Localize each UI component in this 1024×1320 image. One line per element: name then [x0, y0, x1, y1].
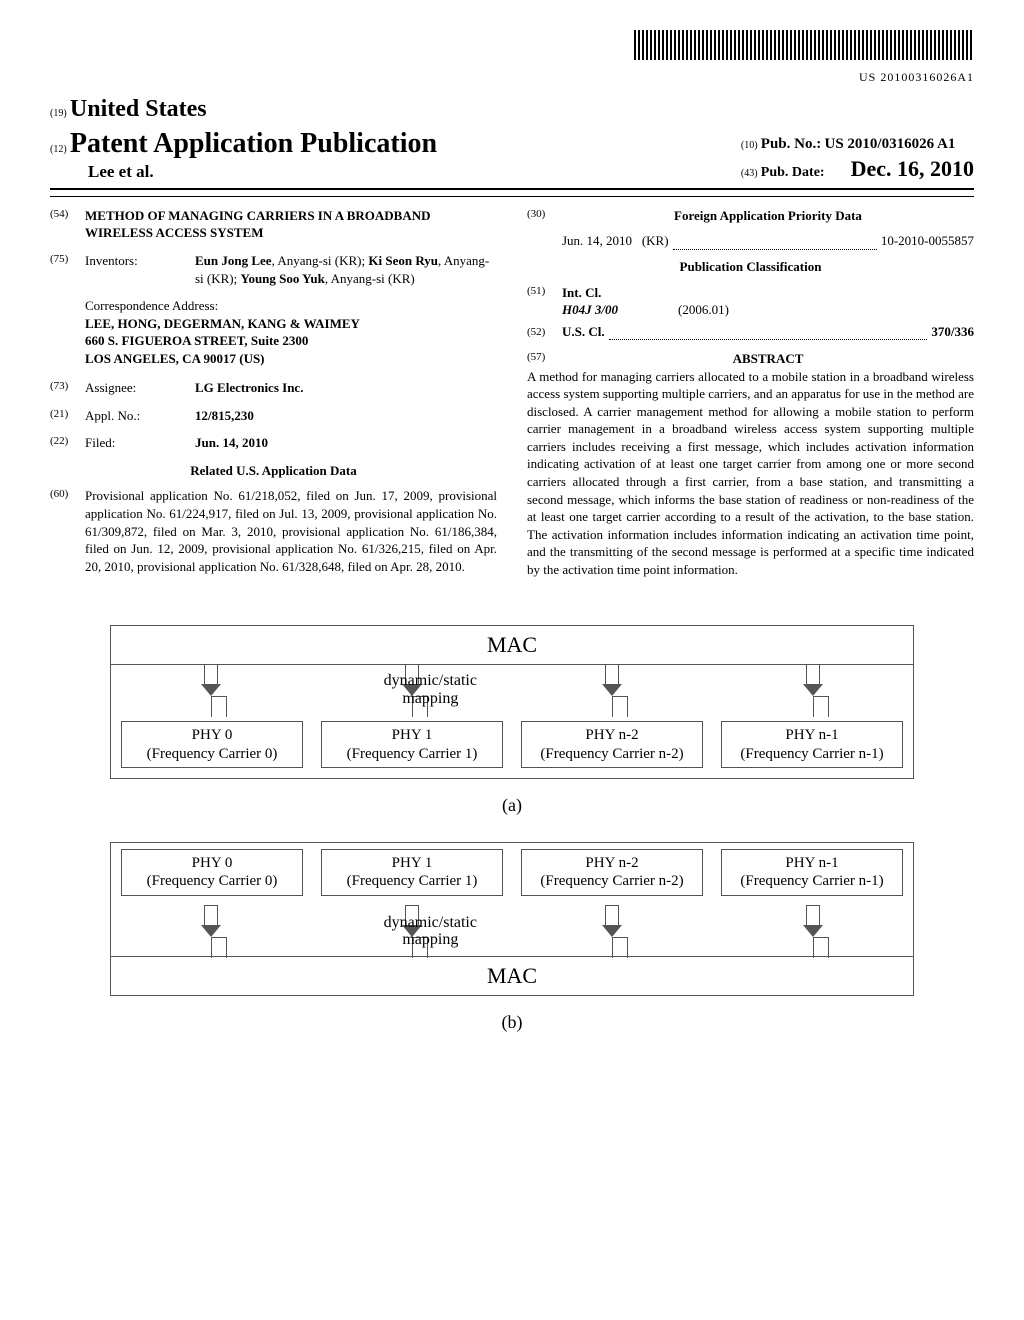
foreign-priority-heading-row: (30) Foreign Application Priority Data	[527, 207, 974, 225]
left-column: (54) METHOD OF MANAGING CARRIERS IN A BR…	[50, 207, 497, 585]
arrow-down-icon	[201, 925, 221, 937]
inid-51: (51)	[527, 284, 562, 302]
abstract-heading: ABSTRACT	[562, 350, 974, 368]
related-heading: Related U.S. Application Data	[50, 462, 497, 480]
arrow-down-icon	[803, 925, 823, 937]
inid-57: (57)	[527, 350, 562, 368]
phy-row-a: PHY 0(Frequency Carrier 0) PHY 1(Frequen…	[111, 715, 913, 779]
pub-date-value: Dec. 16, 2010	[851, 156, 974, 181]
intcl-code: H04J 3/00	[562, 301, 618, 319]
right-column: (30) Foreign Application Priority Data J…	[527, 207, 974, 585]
inid-10: (10)	[741, 140, 758, 151]
classification-heading: Publication Classification	[527, 258, 974, 276]
dotted-leader	[673, 238, 877, 250]
related-text: Provisional application No. 61/218,052, …	[85, 487, 497, 575]
phy-box: PHY n-1(Frequency Carrier n-1)	[721, 721, 903, 769]
filed-field: (22) Filed: Jun. 14, 2010	[50, 434, 497, 452]
inid-30: (30)	[527, 207, 562, 225]
arrow-down-icon	[602, 684, 622, 696]
inventors-names: Eun Jong Lee, Anyang-si (KR); Ki Seon Ry…	[195, 252, 497, 287]
arrows-row-a: dynamic/static mapping	[111, 665, 913, 715]
assignee-field: (73) Assignee: LG Electronics Inc.	[50, 379, 497, 397]
inid-54: (54)	[50, 207, 85, 242]
inid-43: (43)	[741, 168, 758, 179]
pub-no-value: US 2010/0316026 A1	[824, 136, 955, 152]
figure-a-label: (a)	[50, 793, 974, 817]
inid-73: (73)	[50, 379, 85, 397]
foreign-appnum: 10-2010-0055857	[881, 232, 974, 250]
phy-box: PHY 1(Frequency Carrier 1)	[321, 849, 503, 897]
phy-box: PHY n-2(Frequency Carrier n-2)	[521, 721, 703, 769]
appl-no-value: 12/815,230	[195, 407, 497, 425]
foreign-priority-entry: Jun. 14, 2010 (KR) 10-2010-0055857	[562, 232, 974, 250]
mapping-label-a: dynamic/static mapping	[384, 672, 477, 707]
filed-label: Filed:	[85, 434, 195, 452]
figure-a-diagram: MAC dynamic/static mapping PHY 0(Frequen…	[110, 625, 914, 779]
arrow-down-icon	[201, 684, 221, 696]
pub-date-label: Pub. Date:	[761, 165, 825, 180]
inid-12: (12)	[50, 144, 67, 155]
appl-no-label: Appl. No.:	[85, 407, 195, 425]
phy-box: PHY 0(Frequency Carrier 0)	[121, 721, 303, 769]
inventors-label: Inventors:	[85, 252, 195, 287]
country-name: United States	[70, 96, 207, 122]
correspondence-label: Correspondence Address:	[85, 297, 497, 315]
mapping-label-b: dynamic/static mapping	[384, 914, 477, 949]
assignee-label: Assignee:	[85, 379, 195, 397]
phy-row-b: PHY 0(Frequency Carrier 0) PHY 1(Frequen…	[111, 843, 913, 907]
assignee-value: LG Electronics Inc.	[195, 379, 497, 397]
foreign-date: Jun. 14, 2010	[562, 232, 632, 250]
arrow-down-icon	[803, 684, 823, 696]
related-field: (60) Provisional application No. 61/218,…	[50, 487, 497, 575]
figure-b-diagram: PHY 0(Frequency Carrier 0) PHY 1(Frequen…	[110, 842, 914, 996]
dotted-leader-uscl	[609, 328, 928, 340]
abstract-heading-row: (57) ABSTRACT	[527, 350, 974, 368]
inid-22: (22)	[50, 434, 85, 452]
phy-box: PHY 1(Frequency Carrier 1)	[321, 721, 503, 769]
foreign-country: (KR)	[642, 232, 669, 250]
inventors-field: (75) Inventors: Eun Jong Lee, Anyang-si …	[50, 252, 497, 287]
intcl-edition: (2006.01)	[678, 301, 729, 319]
inid-60: (60)	[50, 487, 85, 575]
header-divider	[50, 196, 974, 197]
filed-value: Jun. 14, 2010	[195, 434, 497, 452]
figure-b-label: (b)	[50, 1010, 974, 1034]
phy-box: PHY n-2(Frequency Carrier n-2)	[521, 849, 703, 897]
invention-title: METHOD OF MANAGING CARRIERS IN A BROADBA…	[85, 207, 497, 242]
arrow-down-icon	[602, 925, 622, 937]
correspondence-line-3: LOS ANGELES, CA 90017 (US)	[85, 350, 497, 368]
correspondence-line-1: LEE, HONG, DEGERMAN, KANG & WAIMEY	[85, 315, 497, 333]
inid-19: (19)	[50, 108, 67, 119]
barcode-icon	[634, 30, 974, 60]
pub-no-label: Pub. No.:	[761, 136, 821, 152]
phy-box: PHY n-1(Frequency Carrier n-1)	[721, 849, 903, 897]
inid-52: (52)	[527, 325, 562, 340]
phy-box: PHY 0(Frequency Carrier 0)	[121, 849, 303, 897]
barcode-region: US 20100316026A1	[50, 30, 974, 85]
figures-region: MAC dynamic/static mapping PHY 0(Frequen…	[50, 625, 974, 1034]
correspondence-block: Correspondence Address: LEE, HONG, DEGER…	[85, 297, 497, 367]
correspondence-line-2: 660 S. FIGUEROA STREET, Suite 2300	[85, 332, 497, 350]
intcl-value-row: H04J 3/00 (2006.01)	[562, 301, 974, 319]
appl-no-field: (21) Appl. No.: 12/815,230	[50, 407, 497, 425]
inid-75: (75)	[50, 252, 85, 287]
barcode-number: US 20100316026A1	[50, 69, 974, 85]
arrows-row-b: dynamic/static mapping	[111, 906, 913, 956]
intcl-label: Int. Cl.	[562, 284, 601, 302]
title-field: (54) METHOD OF MANAGING CARRIERS IN A BR…	[50, 207, 497, 242]
uscl-row: (52) U.S. Cl. 370/336	[562, 323, 974, 341]
patent-header: (19) United States (12) Patent Applicati…	[50, 93, 974, 190]
authors-line: Lee et al.	[88, 161, 437, 184]
publication-type: Patent Application Publication	[70, 128, 437, 159]
inid-21: (21)	[50, 407, 85, 425]
biblio-columns: (54) METHOD OF MANAGING CARRIERS IN A BR…	[50, 207, 974, 585]
mac-layer-a: MAC	[111, 626, 913, 665]
foreign-heading: Foreign Application Priority Data	[562, 207, 974, 225]
mac-layer-b: MAC	[111, 956, 913, 995]
uscl-value: 370/336	[931, 323, 974, 341]
intcl-row: (51) Int. Cl.	[527, 284, 974, 302]
uscl-label: U.S. Cl.	[562, 323, 605, 341]
abstract-text: A method for managing carriers allocated…	[527, 368, 974, 579]
